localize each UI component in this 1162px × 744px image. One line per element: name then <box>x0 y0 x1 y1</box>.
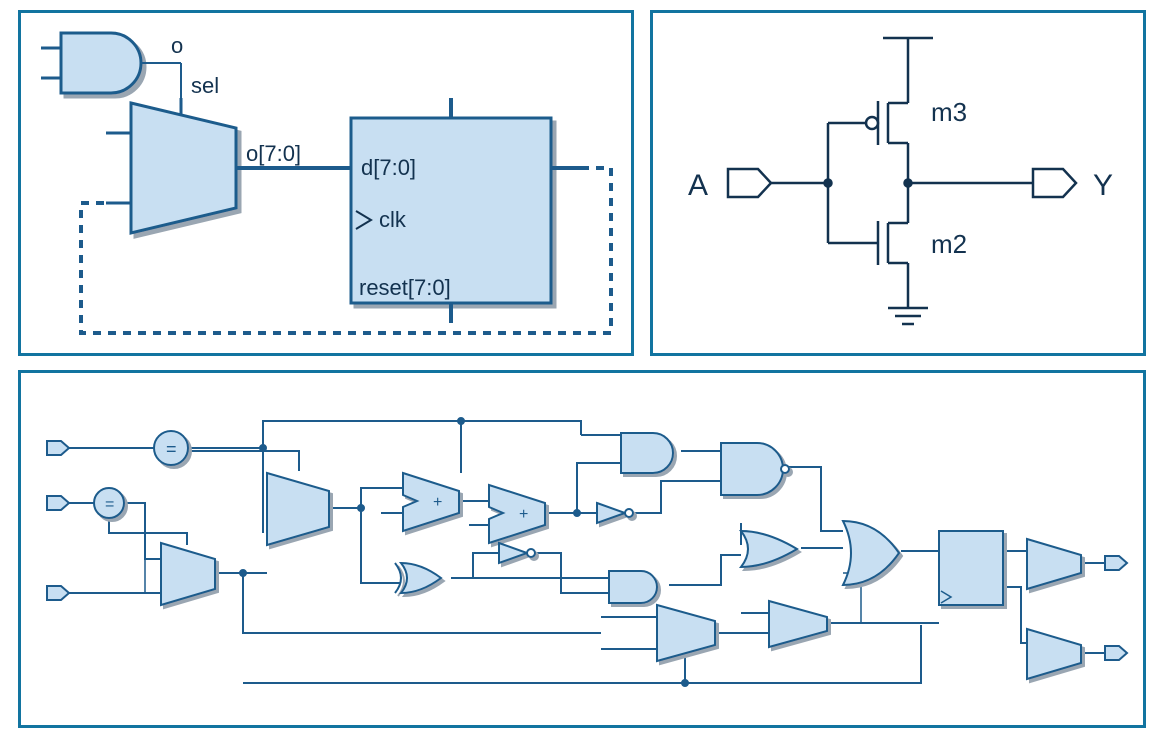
compare-2-label: = <box>105 496 114 513</box>
compare-1-label: = <box>166 439 177 459</box>
and-top <box>621 433 673 473</box>
mux-1 <box>161 543 215 605</box>
port-in-0 <box>47 441 69 455</box>
xor-gate <box>395 563 441 593</box>
adder-1 <box>403 473 459 531</box>
nmos-label: m2 <box>931 229 967 259</box>
register-d-label: d[7:0] <box>361 155 416 180</box>
register <box>939 531 1003 605</box>
rtl-block-panel: o sel o[7:0] d[7:0] clk reset[7:0] <box>18 10 634 356</box>
mux-2 <box>267 473 329 545</box>
output-label: Y <box>1093 169 1113 202</box>
adder-1-label: + <box>433 494 442 511</box>
and-gate <box>61 33 141 93</box>
register-clk-label: clk <box>379 207 407 232</box>
mux-out-label: o[7:0] <box>246 141 301 166</box>
port-out-0 <box>1105 556 1127 570</box>
adder-2 <box>489 485 545 543</box>
port-out-1 <box>1105 646 1127 660</box>
gate-level-schematic-panel: = = + + <box>18 370 1146 728</box>
mux-out-0 <box>1027 539 1081 589</box>
mux-bottom-2 <box>769 601 827 647</box>
and-out-label: o <box>171 33 183 58</box>
mux-sel-label: sel <box>191 73 219 98</box>
and-bottom <box>609 571 657 603</box>
or-mid <box>741 531 797 567</box>
mux <box>131 103 236 233</box>
not-1 <box>597 503 633 523</box>
input-label: A <box>688 169 708 202</box>
pmos-m3 <box>828 78 908 183</box>
not-2 <box>499 543 535 563</box>
nand-top <box>721 443 789 495</box>
input-port-a <box>728 169 771 197</box>
port-in-1 <box>47 496 69 510</box>
nmos-m2 <box>828 183 908 308</box>
mux-bottom-1 <box>657 605 715 661</box>
port-in-2 <box>47 586 69 600</box>
cmos-inverter-panel: A Y m3 m2 <box>650 10 1146 356</box>
output-port-y <box>1033 169 1076 197</box>
register-reset-label: reset[7:0] <box>359 275 451 300</box>
or-big <box>843 521 899 585</box>
pmos-label: m3 <box>931 97 967 127</box>
mux-out-1 <box>1027 629 1081 679</box>
adder-2-label: + <box>519 506 528 523</box>
